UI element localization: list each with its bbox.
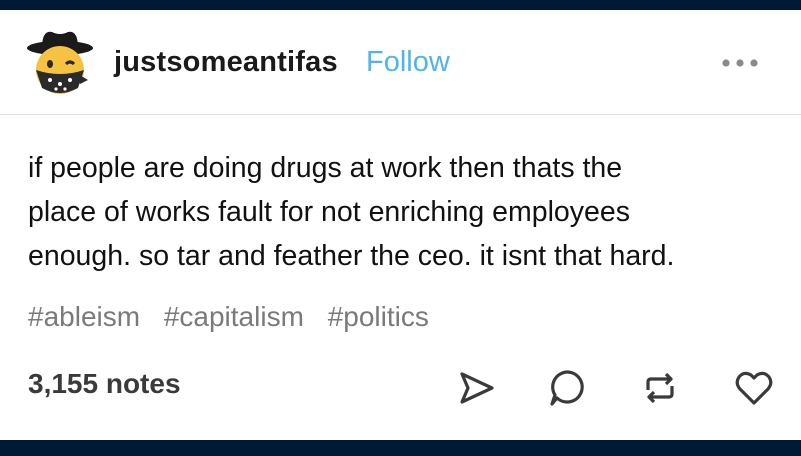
tag-ableism[interactable]: #ableism: [28, 301, 140, 332]
reply-icon[interactable]: [548, 368, 588, 408]
post-body-line: if people are doing drugs at work then t…: [28, 152, 623, 184]
follow-button[interactable]: Follow: [366, 46, 450, 79]
tag-capitalism[interactable]: #capitalism: [164, 301, 304, 332]
post-body: if people are doing drugs at work then t…: [28, 146, 768, 278]
avatar[interactable]: [26, 26, 94, 98]
post-card: justsomeantifas Follow if people are doi…: [0, 10, 801, 440]
post-header: justsomeantifas Follow: [0, 10, 801, 115]
reblog-icon[interactable]: [640, 368, 680, 408]
heart-icon[interactable]: [734, 368, 774, 408]
tag-politics[interactable]: #politics: [328, 301, 429, 332]
tag-list: #ableism #capitalism #politics: [28, 301, 445, 333]
more-dots-icon[interactable]: [720, 54, 760, 72]
post-body-line: enough. so tar and feather the ceo. it i…: [28, 240, 675, 272]
post-body-line: place of works fault for not enriching e…: [28, 196, 630, 228]
notes-count[interactable]: 3,155 notes: [28, 368, 181, 400]
share-icon[interactable]: [456, 368, 496, 408]
username[interactable]: justsomeantifas: [114, 46, 338, 79]
